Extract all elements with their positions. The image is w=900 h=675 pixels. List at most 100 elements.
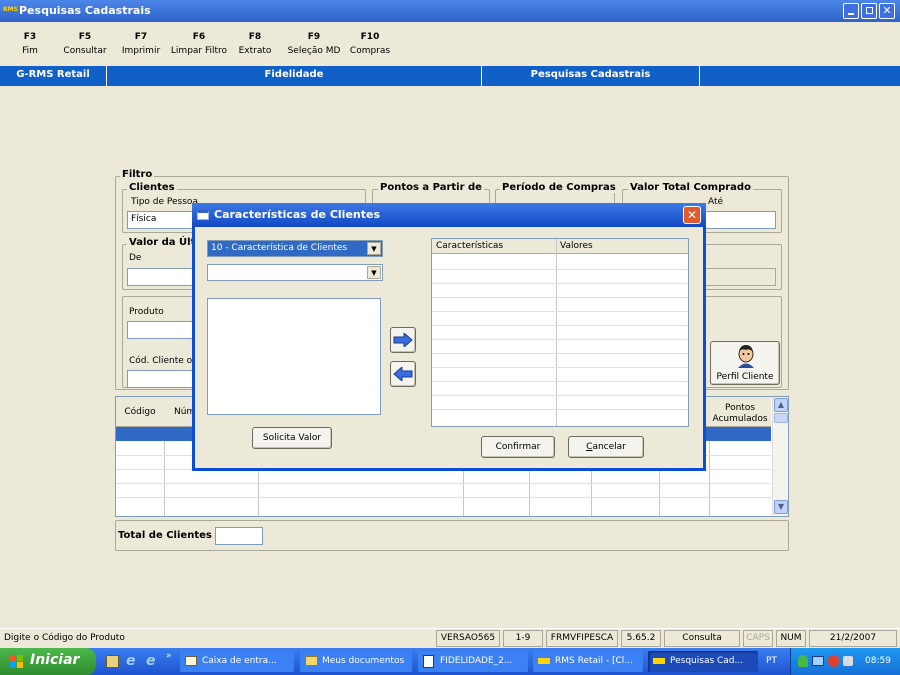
tray-volume-icon[interactable] bbox=[843, 656, 853, 666]
col-pontos-header[interactable]: Pontos Acumulados bbox=[710, 403, 770, 425]
fkey-f6-button[interactable]: F6 Limpar Filtro bbox=[170, 32, 228, 56]
status-bar: Digite o Código do Produto VERSAO565 1-9… bbox=[0, 628, 900, 647]
clientes-title: Clientes bbox=[127, 182, 177, 193]
language-indicator[interactable]: PT bbox=[766, 656, 777, 666]
quicklaunch-desktop-icon[interactable] bbox=[106, 655, 119, 668]
remove-arrow-button[interactable] bbox=[390, 361, 416, 387]
person-icon bbox=[738, 345, 754, 368]
fkey-desc: Limpar Filtro bbox=[170, 46, 228, 56]
col-numero-header[interactable]: Núm bbox=[166, 407, 195, 417]
solicita-valor-button[interactable]: Solicita Valor bbox=[252, 427, 332, 449]
fkey-label: F7 bbox=[134, 32, 148, 42]
total-clientes-field bbox=[215, 527, 263, 545]
produto-label: Produto bbox=[129, 307, 164, 317]
minimize-button[interactable] bbox=[843, 3, 859, 19]
valor-combo[interactable]: ▼ bbox=[207, 264, 383, 281]
chevron-down-icon[interactable]: ▼ bbox=[367, 242, 381, 255]
col-codigo-header[interactable]: Código bbox=[116, 407, 164, 417]
tray-messenger-icon[interactable] bbox=[798, 655, 808, 667]
task-label: RMS Retail - [Cl... bbox=[555, 656, 633, 666]
ultima-ate-field[interactable] bbox=[700, 268, 776, 286]
fkey-label: F10 bbox=[360, 32, 380, 42]
dialog-close-button[interactable]: ✕ bbox=[683, 206, 701, 224]
grid-col-caracteristicas[interactable]: Características bbox=[436, 241, 503, 251]
fkey-label: F6 bbox=[192, 32, 206, 42]
fkey-f7-button[interactable]: F7 Imprimir bbox=[121, 32, 161, 56]
quicklaunch-ie2-icon[interactable]: e bbox=[146, 653, 156, 669]
task-label: Pesquisas Cad... bbox=[670, 656, 744, 666]
cod-cliente-field[interactable] bbox=[127, 370, 197, 388]
tipo-pessoa-label: Tipo de Pessoa bbox=[131, 197, 198, 207]
cancelar-button[interactable]: Cancelar bbox=[568, 436, 644, 458]
cancelar-label: ancelar bbox=[592, 442, 626, 452]
start-label: Iniciar bbox=[30, 652, 80, 668]
task-button-3[interactable]: FIDELIDADE_2... bbox=[418, 651, 528, 672]
add-arrow-button[interactable] bbox=[390, 327, 416, 353]
fkey-f3-button[interactable]: F3 Fim bbox=[16, 32, 44, 56]
status-hint: Digite o Código do Produto bbox=[4, 633, 125, 643]
app-logo-icon: RMS bbox=[3, 6, 18, 13]
fkey-f8-button[interactable]: F8 Extrato bbox=[235, 32, 275, 56]
header-band: G-RMS Retail Fidelidade Pesquisas Cadast… bbox=[0, 66, 900, 86]
status-page: 1-9 bbox=[503, 630, 543, 647]
results-scrollbar[interactable]: ▲ ▼ bbox=[772, 397, 788, 516]
close-button[interactable]: ✕ bbox=[879, 3, 895, 19]
fkey-desc: Extrato bbox=[238, 46, 272, 56]
tipo-pessoa-field[interactable]: Física bbox=[127, 211, 197, 229]
start-button[interactable]: Iniciar bbox=[0, 648, 96, 675]
scroll-thumb[interactable] bbox=[774, 413, 788, 423]
pontos-title: Pontos a Partir de bbox=[378, 182, 484, 193]
status-date: 21/2/2007 bbox=[809, 630, 897, 647]
quicklaunch-more-icon[interactable]: » bbox=[166, 651, 172, 661]
fkey-f9-button[interactable]: F9 Seleção MD bbox=[286, 32, 342, 56]
header-screen: Pesquisas Cadastrais bbox=[530, 69, 651, 80]
produto-field[interactable] bbox=[127, 321, 197, 339]
confirmar-button[interactable]: Confirmar bbox=[481, 436, 555, 458]
fkey-f10-button[interactable]: F10 Compras bbox=[348, 32, 392, 56]
function-key-toolbar: F3 Fim F5 Consultar F7 Imprimir F6 Limpar Fi… bbox=[0, 22, 900, 66]
rms-app-icon bbox=[653, 658, 665, 664]
total-clientes-label: Total de Clientes : bbox=[118, 530, 220, 541]
ultima-de-field[interactable] bbox=[127, 268, 197, 286]
scroll-down-icon[interactable]: ▼ bbox=[774, 500, 788, 514]
scroll-up-icon[interactable]: ▲ bbox=[774, 398, 788, 412]
folder-icon bbox=[305, 656, 318, 666]
status-mode: Consulta bbox=[664, 630, 740, 647]
taskbar: Iniciar e e » Caixa de entra... Meus doc… bbox=[0, 648, 900, 675]
tray-network-icon[interactable] bbox=[812, 656, 824, 666]
quicklaunch-ie-icon[interactable]: e bbox=[126, 653, 136, 669]
dialog-titlebar: Características de Clientes ✕ bbox=[192, 203, 706, 227]
task-button-1[interactable]: Caixa de entra... bbox=[180, 651, 294, 672]
arrow-right-icon bbox=[393, 333, 413, 347]
task-label: FIDELIDADE_2... bbox=[440, 656, 513, 666]
caracteristica-combo[interactable]: 10 - Característica de Clientes ▼ bbox=[207, 240, 383, 257]
perfil-cliente-button[interactable]: Perfil Cliente bbox=[710, 341, 780, 385]
rms-app-icon bbox=[538, 658, 550, 664]
perfil-cliente-label: Perfil Cliente bbox=[716, 372, 774, 382]
status-build: 5.65.2 bbox=[621, 630, 661, 647]
restore-button[interactable] bbox=[861, 3, 877, 19]
chevron-down-icon[interactable]: ▼ bbox=[367, 266, 381, 279]
tray-security-icon[interactable] bbox=[828, 655, 839, 667]
task-button-5-active[interactable]: Pesquisas Cad... bbox=[648, 651, 758, 672]
status-form: FRMVFIPESCA bbox=[546, 630, 618, 647]
values-listbox[interactable] bbox=[207, 298, 381, 415]
fkey-label: F8 bbox=[248, 32, 262, 42]
header-app: G-RMS Retail bbox=[16, 69, 90, 80]
valor-total-ate-field[interactable] bbox=[700, 211, 776, 229]
fkey-desc: Consultar bbox=[63, 46, 107, 56]
window-title: Pesquisas Cadastrais bbox=[19, 4, 151, 17]
fkey-label: F3 bbox=[23, 32, 37, 42]
dialog-window-icon bbox=[197, 210, 209, 220]
window-titlebar: RMS Pesquisas Cadastrais ✕ bbox=[0, 0, 900, 22]
caracteristicas-grid[interactable]: Características Valores bbox=[431, 238, 689, 427]
task-button-2[interactable]: Meus documentos bbox=[300, 651, 412, 672]
fkey-label: F5 bbox=[78, 32, 92, 42]
header-module: Fidelidade bbox=[264, 69, 324, 80]
valor-total-ate-label: Até bbox=[708, 197, 724, 207]
task-label: Caixa de entra... bbox=[202, 656, 277, 666]
fkey-f5-button[interactable]: F5 Consultar bbox=[62, 32, 108, 56]
caracteristica-combo-value: 10 - Característica de Clientes bbox=[211, 243, 348, 253]
task-button-4[interactable]: RMS Retail - [Cl... bbox=[533, 651, 643, 672]
grid-col-valores[interactable]: Valores bbox=[560, 241, 593, 251]
